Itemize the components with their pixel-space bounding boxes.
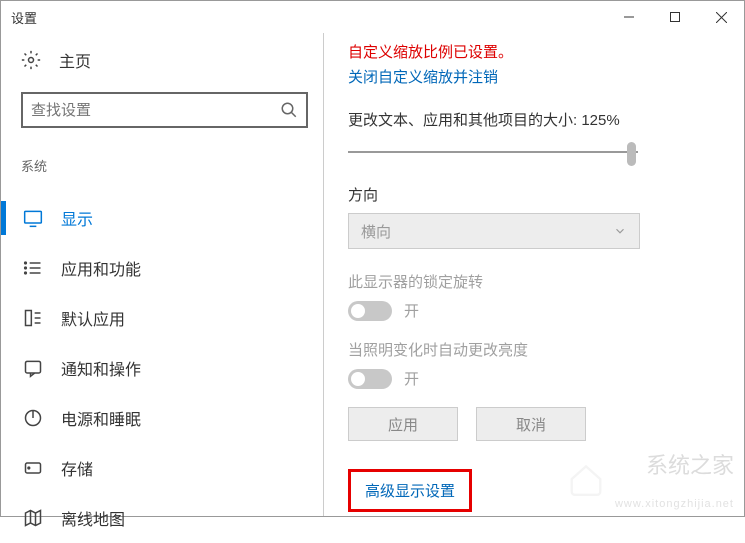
minimize-button[interactable] xyxy=(606,1,652,33)
search-icon xyxy=(280,101,298,119)
sidebar-item-label: 存储 xyxy=(61,456,93,480)
sidebar-item-storage[interactable]: 存储 xyxy=(21,443,323,493)
auto-brightness-label: 当照明变化时自动更改亮度 xyxy=(348,339,720,360)
sidebar-item-notifications[interactable]: 通知和操作 xyxy=(21,343,323,393)
watermark-cn: 系统之家 xyxy=(646,448,734,480)
default-apps-icon xyxy=(23,308,43,328)
gear-icon xyxy=(21,50,41,70)
watermark: 系统之家 www.xitongzhijia.net xyxy=(565,448,734,510)
advanced-display-link[interactable]: 高级显示设置 xyxy=(348,469,472,512)
sidebar-item-label: 通知和操作 xyxy=(61,356,141,380)
right-panel: 自定义缩放比例已设置。 关闭自定义缩放并注销 更改文本、应用和其他项目的大小: … xyxy=(324,33,744,516)
scale-label: 更改文本、应用和其他项目的大小: 125% xyxy=(348,109,720,130)
sidebar-item-apps[interactable]: 应用和功能 xyxy=(21,243,323,293)
orientation-label: 方向 xyxy=(348,184,720,205)
left-panel: 主页 系统 显示 应用和功能 默认应用 通知和操作 电源和睡眠 存 xyxy=(1,33,323,516)
sidebar-item-label: 电源和睡眠 xyxy=(61,406,141,430)
cancel-button[interactable]: 取消 xyxy=(476,407,586,441)
chevron-down-icon xyxy=(613,224,627,238)
slider-thumb[interactable] xyxy=(627,142,636,166)
monitor-icon xyxy=(23,208,43,228)
sidebar-item-label: 默认应用 xyxy=(61,306,125,330)
scale-slider[interactable] xyxy=(348,140,638,166)
home-label: 主页 xyxy=(59,48,91,72)
section-system: 系统 xyxy=(21,156,323,175)
map-icon xyxy=(23,508,43,528)
apply-button[interactable]: 应用 xyxy=(348,407,458,441)
home-row[interactable]: 主页 xyxy=(21,48,323,72)
sidebar-item-label: 应用和功能 xyxy=(61,256,141,280)
orientation-dropdown[interactable]: 横向 xyxy=(348,213,640,249)
custom-scale-warning: 自定义缩放比例已设置。 xyxy=(348,41,720,62)
rotation-lock-label: 此显示器的锁定旋转 xyxy=(348,271,720,292)
watermark-en: www.xitongzhijia.net xyxy=(615,498,734,510)
storage-icon xyxy=(23,458,43,478)
sidebar-item-default-apps[interactable]: 默认应用 xyxy=(21,293,323,343)
sidebar-item-display[interactable]: 显示 xyxy=(21,193,323,243)
window-title: 设置 xyxy=(11,8,606,27)
notification-icon xyxy=(23,358,43,378)
close-button[interactable] xyxy=(698,1,744,33)
auto-brightness-toggle[interactable] xyxy=(348,369,392,389)
house-icon xyxy=(565,460,607,498)
search-input[interactable] xyxy=(31,102,280,119)
search-box[interactable] xyxy=(21,92,308,128)
orientation-value: 横向 xyxy=(361,221,391,242)
power-icon xyxy=(23,408,43,428)
rotation-lock-toggle[interactable] xyxy=(348,301,392,321)
toggle-state: 开 xyxy=(404,300,419,321)
slider-track xyxy=(348,151,638,153)
sidebar-item-power[interactable]: 电源和睡眠 xyxy=(21,393,323,443)
title-bar: 设置 xyxy=(1,1,744,33)
maximize-button[interactable] xyxy=(652,1,698,33)
turn-off-scale-link[interactable]: 关闭自定义缩放并注销 xyxy=(348,66,720,87)
sidebar-item-maps[interactable]: 离线地图 xyxy=(21,493,323,543)
sidebar-item-label: 显示 xyxy=(61,206,93,230)
sidebar-item-label: 离线地图 xyxy=(61,506,125,530)
list-icon xyxy=(23,258,43,278)
toggle-state: 开 xyxy=(404,368,419,389)
